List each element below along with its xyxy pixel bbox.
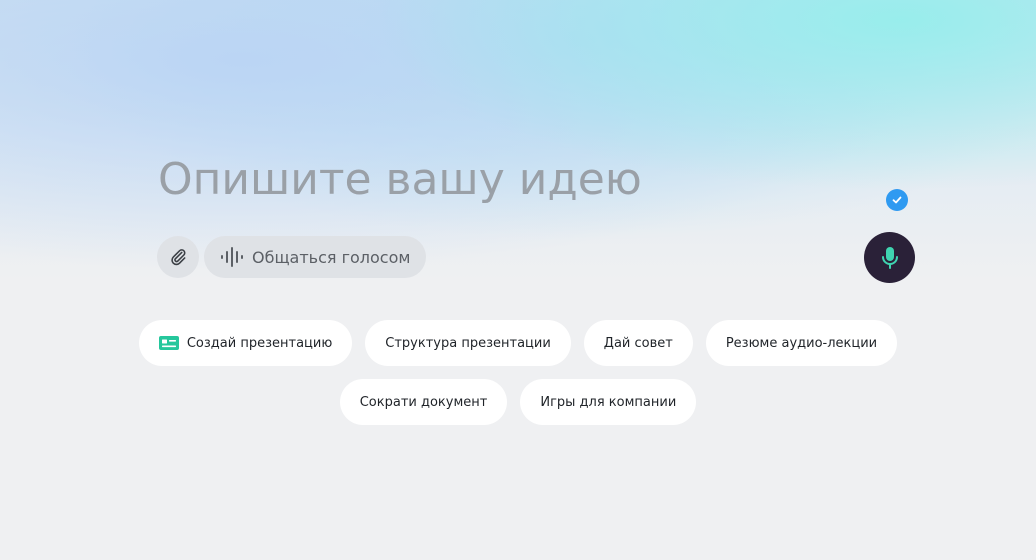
suggestion-label: Резюме аудио-лекции: [725, 335, 878, 351]
suggestion-presentation-structure[interactable]: Структура презентации: [365, 320, 571, 366]
suggestions-row-1: Создай презентацию Структура презентации…: [0, 320, 1036, 366]
suggestion-team-games[interactable]: Игры для компании: [520, 379, 697, 425]
suggestion-label: Структура презентации: [385, 335, 551, 351]
attach-file-button[interactable]: [157, 236, 199, 278]
suggestions-row-2: Сократи документ Игры для компании: [0, 379, 1036, 425]
paperclip-icon: [168, 247, 188, 267]
suggestion-label: Сократи документ: [359, 394, 488, 410]
check-badge-icon: [886, 189, 908, 211]
idea-prompt-input[interactable]: [158, 148, 858, 210]
presentation-icon: [158, 336, 179, 350]
microphone-icon: [879, 245, 901, 271]
voice-chat-label: Общаться голосом: [252, 247, 411, 267]
suggestion-label: Дай совет: [603, 335, 673, 351]
suggestion-create-presentation[interactable]: Создай презентацию: [138, 320, 353, 366]
microphone-button[interactable]: [864, 232, 915, 283]
suggestion-give-advice[interactable]: Дай совет: [583, 320, 693, 366]
suggestion-audio-lecture-summary[interactable]: Резюме аудио-лекции: [705, 320, 898, 366]
suggestion-label: Игры для компании: [540, 394, 677, 410]
suggestion-shorten-document[interactable]: Сократи документ: [339, 379, 508, 425]
soundwave-icon: [220, 245, 246, 269]
voice-chat-button[interactable]: Общаться голосом: [204, 236, 427, 278]
suggestion-label: Создай презентацию: [186, 335, 333, 351]
